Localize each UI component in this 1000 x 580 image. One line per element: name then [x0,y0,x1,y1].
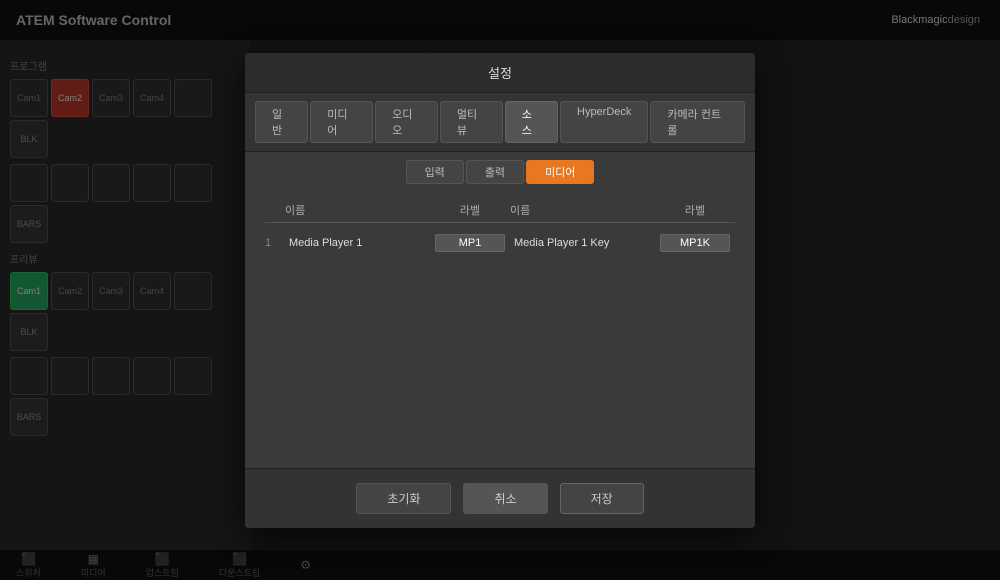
save-button[interactable]: 저장 [560,483,644,514]
reset-button[interactable]: 초기화 [356,483,451,514]
row1-label2-cell [655,234,735,252]
row1-label2-input[interactable] [660,234,730,252]
row1-name2: Media Player 1 Key [514,237,651,249]
subtab-output[interactable]: 출력 [466,160,524,184]
modal-tabs: 일반 미디어 오디오 멀티뷰 소스 HyperDeck 카메라 컨트롤 [245,93,755,152]
table-row: 1 Media Player 1 Media Player 1 Key [265,229,735,257]
tab-hyperdeck[interactable]: HyperDeck [560,101,648,143]
tab-general[interactable]: 일반 [255,101,308,143]
tab-multiview[interactable]: 멀티뷰 [440,101,503,143]
tab-media[interactable]: 미디어 [310,101,373,143]
tab-camera-control[interactable]: 카메라 컨트롤 [650,101,745,143]
row1-num: 1 [265,237,285,249]
settings-modal: 설정 일반 미디어 오디오 멀티뷰 소스 HyperDeck 카메라 컨트롤 입… [245,53,755,528]
modal-overlay: 설정 일반 미디어 오디오 멀티뷰 소스 HyperDeck 카메라 컨트롤 입… [0,0,1000,580]
subtab-media[interactable]: 미디어 [526,160,594,184]
modal-subtabs: 입력 출력 미디어 [245,152,755,188]
row1-label-cell [430,234,510,252]
row1-name: Media Player 1 [289,237,426,249]
cancel-button[interactable]: 취소 [463,483,547,514]
modal-table-area: 이름 라벨 이름 라벨 1 Media Player 1 Media Playe… [245,188,755,468]
modal-footer: 초기화 취소 저장 [245,468,755,528]
col-label1-header: 라벨 [430,202,510,218]
modal-table-header: 이름 라벨 이름 라벨 [265,198,735,223]
tab-source[interactable]: 소스 [505,101,558,143]
tab-audio[interactable]: 오디오 [375,101,438,143]
modal-header: 설정 [245,53,755,93]
col-label2-header: 라벨 [655,202,735,218]
row1-label-input[interactable] [435,234,505,252]
col-name1-header: 이름 [285,202,430,218]
modal-title: 설정 [488,66,512,81]
col-name2-header: 이름 [510,202,655,218]
subtab-input[interactable]: 입력 [406,160,464,184]
